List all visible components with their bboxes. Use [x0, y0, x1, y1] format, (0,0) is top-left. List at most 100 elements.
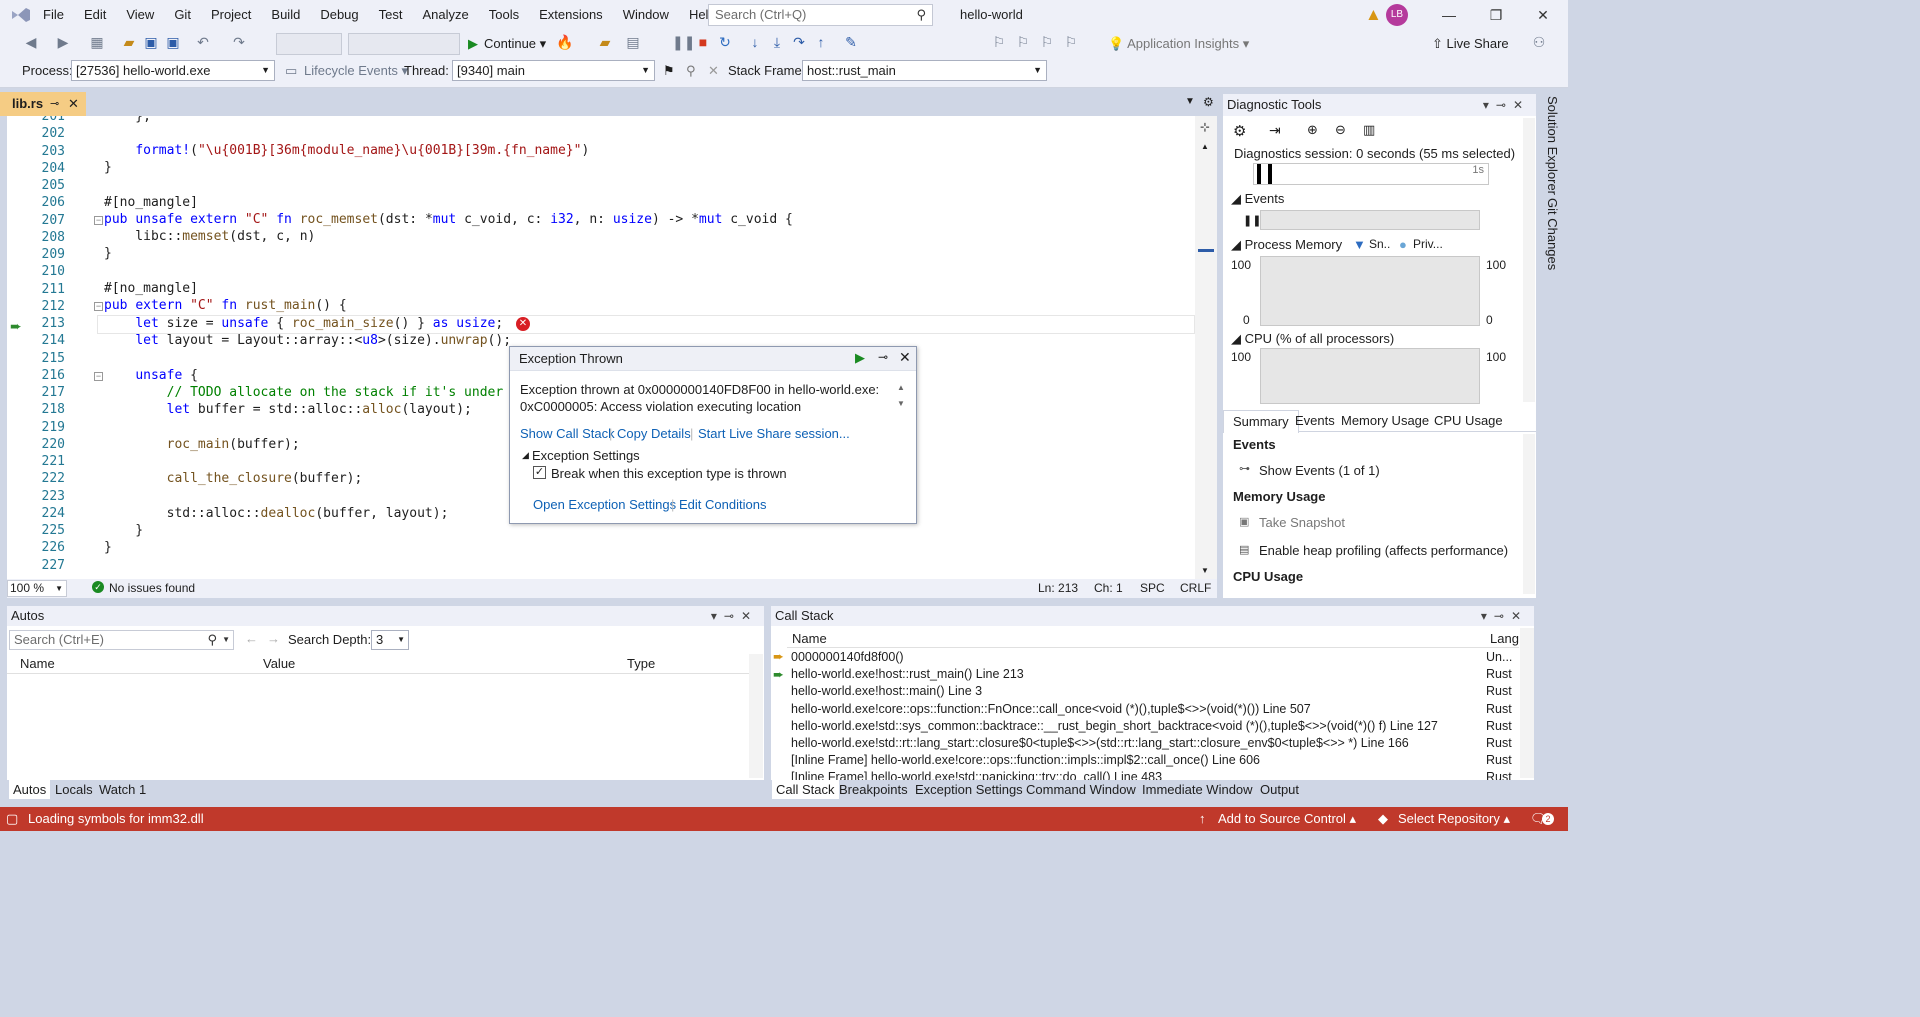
tab-command-window[interactable]: Command Window: [1022, 780, 1140, 799]
filter-threads-icon[interactable]: ⚲: [686, 58, 696, 84]
summary-scrollbar[interactable]: [1523, 434, 1535, 594]
scroll-down-icon[interactable]: ▼: [1201, 566, 1209, 575]
process-memory-graph[interactable]: [1260, 256, 1480, 326]
collapse-icon[interactable]: −: [94, 216, 103, 225]
search-input[interactable]: Search (Ctrl+Q) ⚲: [708, 4, 933, 26]
menu-window[interactable]: Window: [613, 0, 679, 30]
search-depth-dropdown[interactable]: 3 ▼: [371, 630, 409, 650]
split-icon[interactable]: ⊹: [1200, 120, 1210, 134]
menu-analyze[interactable]: Analyze: [412, 0, 478, 30]
tab-events[interactable]: Events: [1295, 410, 1335, 432]
search-back-icon[interactable]: ←: [245, 631, 258, 646]
open-file-icon[interactable]: ▰: [596, 34, 614, 51]
take-snapshot-button[interactable]: Take Snapshot: [1259, 515, 1345, 530]
tab-output[interactable]: Output: [1256, 780, 1303, 799]
tab-memory-usage[interactable]: Memory Usage: [1341, 410, 1429, 432]
search-forward-icon[interactable]: →: [267, 631, 280, 646]
save-icon[interactable]: ▣: [142, 34, 160, 51]
select-tools-icon[interactable]: ⇥: [1269, 122, 1281, 139]
column-name[interactable]: Name: [20, 656, 55, 671]
tab-cpu-usage[interactable]: CPU Usage: [1434, 410, 1503, 432]
call-stack-row[interactable]: hello-world.exe!std::sys_common::backtra…: [791, 718, 1526, 735]
column-value[interactable]: Value: [263, 656, 295, 671]
add-to-source-control-button[interactable]: Add to Source Control ▴: [1218, 807, 1356, 831]
show-flagged-icon[interactable]: ✕: [708, 58, 719, 84]
menu-build[interactable]: Build: [261, 0, 310, 30]
copy-details-link[interactable]: Copy Details: [617, 426, 691, 441]
panel-window-buttons[interactable]: ▾⊸✕: [1483, 94, 1530, 116]
collapse-icon[interactable]: −: [94, 372, 103, 381]
select-repository-button[interactable]: Select Repository ▴: [1398, 807, 1510, 831]
warning-icon[interactable]: ▲: [1365, 5, 1382, 25]
restart-icon[interactable]: ↻: [716, 34, 734, 51]
stop-icon[interactable]: ■: [694, 34, 712, 50]
zoom-dropdown[interactable]: 100 % ▼: [7, 580, 67, 597]
gear-icon[interactable]: ⚙: [1233, 122, 1246, 140]
menu-view[interactable]: View: [116, 0, 164, 30]
close-icon[interactable]: ✕: [899, 349, 911, 366]
tab-breakpoints[interactable]: Breakpoints: [835, 780, 912, 799]
timeline-ruler[interactable]: 1s: [1253, 163, 1489, 185]
heap-profiling-button[interactable]: Enable heap profiling (affects performan…: [1259, 543, 1508, 558]
forward-icon[interactable]: ▶: [54, 34, 72, 51]
thread-dropdown[interactable]: [9340] main ▼: [452, 60, 655, 81]
continue-icon[interactable]: ▶: [855, 350, 865, 366]
events-track[interactable]: [1260, 210, 1480, 230]
bookmark-next-icon[interactable]: ⚐: [1038, 34, 1056, 51]
call-stack-row[interactable]: [Inline Frame] hello-world.exe!core::ops…: [791, 752, 1526, 769]
call-stack-row[interactable]: hello-world.exe!host::main() Line 3 Rust: [791, 683, 1526, 700]
collapse-icon[interactable]: −: [94, 302, 103, 311]
bookmark-prev-icon[interactable]: ⚐: [1014, 34, 1032, 51]
scroll-down-icon[interactable]: ▼: [897, 399, 905, 408]
editor-scrollbar[interactable]: ⊹ ▲ ▼: [1195, 116, 1217, 579]
expand-triangle-icon[interactable]: ◢: [522, 450, 529, 461]
layout-icon[interactable]: ▤: [624, 34, 642, 51]
pin-icon[interactable]: ⊸: [50, 92, 59, 116]
tab-summary[interactable]: Summary: [1223, 410, 1299, 433]
menu-extensions[interactable]: Extensions: [529, 0, 613, 30]
feedback-icon[interactable]: ⚇: [1530, 34, 1548, 51]
settings-icon[interactable]: ⚙: [1203, 95, 1214, 109]
call-stack-row[interactable]: 0000000140fd8f00() Un...: [791, 649, 1526, 666]
git-changes-tab[interactable]: Git Changes: [1545, 198, 1560, 270]
column-name[interactable]: Name: [792, 631, 827, 646]
column-type[interactable]: Type: [627, 656, 655, 671]
line-ending-indicator[interactable]: CRLF: [1180, 581, 1211, 595]
close-tab-icon[interactable]: ✕: [68, 92, 79, 116]
restore-icon[interactable]: ❐: [1473, 0, 1519, 30]
hot-reload-icon[interactable]: 🔥: [556, 34, 574, 51]
menu-project[interactable]: Project: [201, 0, 261, 30]
menu-test[interactable]: Test: [369, 0, 413, 30]
menu-tools[interactable]: Tools: [479, 0, 529, 30]
diagnostics-scrollbar[interactable]: [1523, 118, 1535, 402]
events-section[interactable]: ◢ Events: [1231, 191, 1284, 207]
pin-icon[interactable]: ⊸: [878, 350, 888, 364]
step-into-icon[interactable]: ⤓: [768, 34, 786, 51]
cpu-graph[interactable]: [1260, 348, 1480, 404]
new-project-icon[interactable]: ▦: [88, 34, 106, 51]
live-share-link[interactable]: Start Live Share session...: [698, 426, 850, 441]
step-over-icon[interactable]: ↷: [790, 34, 808, 51]
panel-window-buttons[interactable]: ▾⊸✕: [711, 606, 758, 626]
line-indicator[interactable]: Ln: 213: [1038, 581, 1078, 595]
back-icon[interactable]: ◀: [22, 34, 40, 51]
live-share-button[interactable]: ⇧ Live Share: [1432, 30, 1509, 58]
open-exception-settings-link[interactable]: Open Exception Settings: [533, 497, 676, 512]
tab-locals[interactable]: Locals: [51, 780, 97, 799]
continue-button[interactable]: ▶ Continue ▾: [468, 30, 546, 58]
autos-scrollbar[interactable]: [749, 654, 763, 778]
break-when-checkbox[interactable]: ✓: [533, 466, 546, 479]
show-call-stack-link[interactable]: Show Call Stack: [520, 426, 615, 441]
avatar[interactable]: LB: [1386, 4, 1408, 26]
platform-dropdown[interactable]: [348, 33, 460, 55]
minimize-icon[interactable]: —: [1426, 0, 1472, 30]
zoom-in-icon[interactable]: ⊕: [1307, 122, 1318, 138]
tab-overflow-icon[interactable]: ▼: [1185, 96, 1195, 107]
break-all-icon[interactable]: ❚❚: [672, 34, 695, 51]
bookmark-icon[interactable]: ⚐: [990, 34, 1008, 51]
lifecycle-events-button[interactable]: Lifecycle Events ▾: [304, 58, 408, 84]
tab-exception-settings[interactable]: Exception Settings: [911, 780, 1027, 799]
configuration-dropdown[interactable]: [276, 33, 342, 55]
call-stack-scrollbar[interactable]: [1520, 628, 1534, 778]
menu-git[interactable]: Git: [164, 0, 201, 30]
